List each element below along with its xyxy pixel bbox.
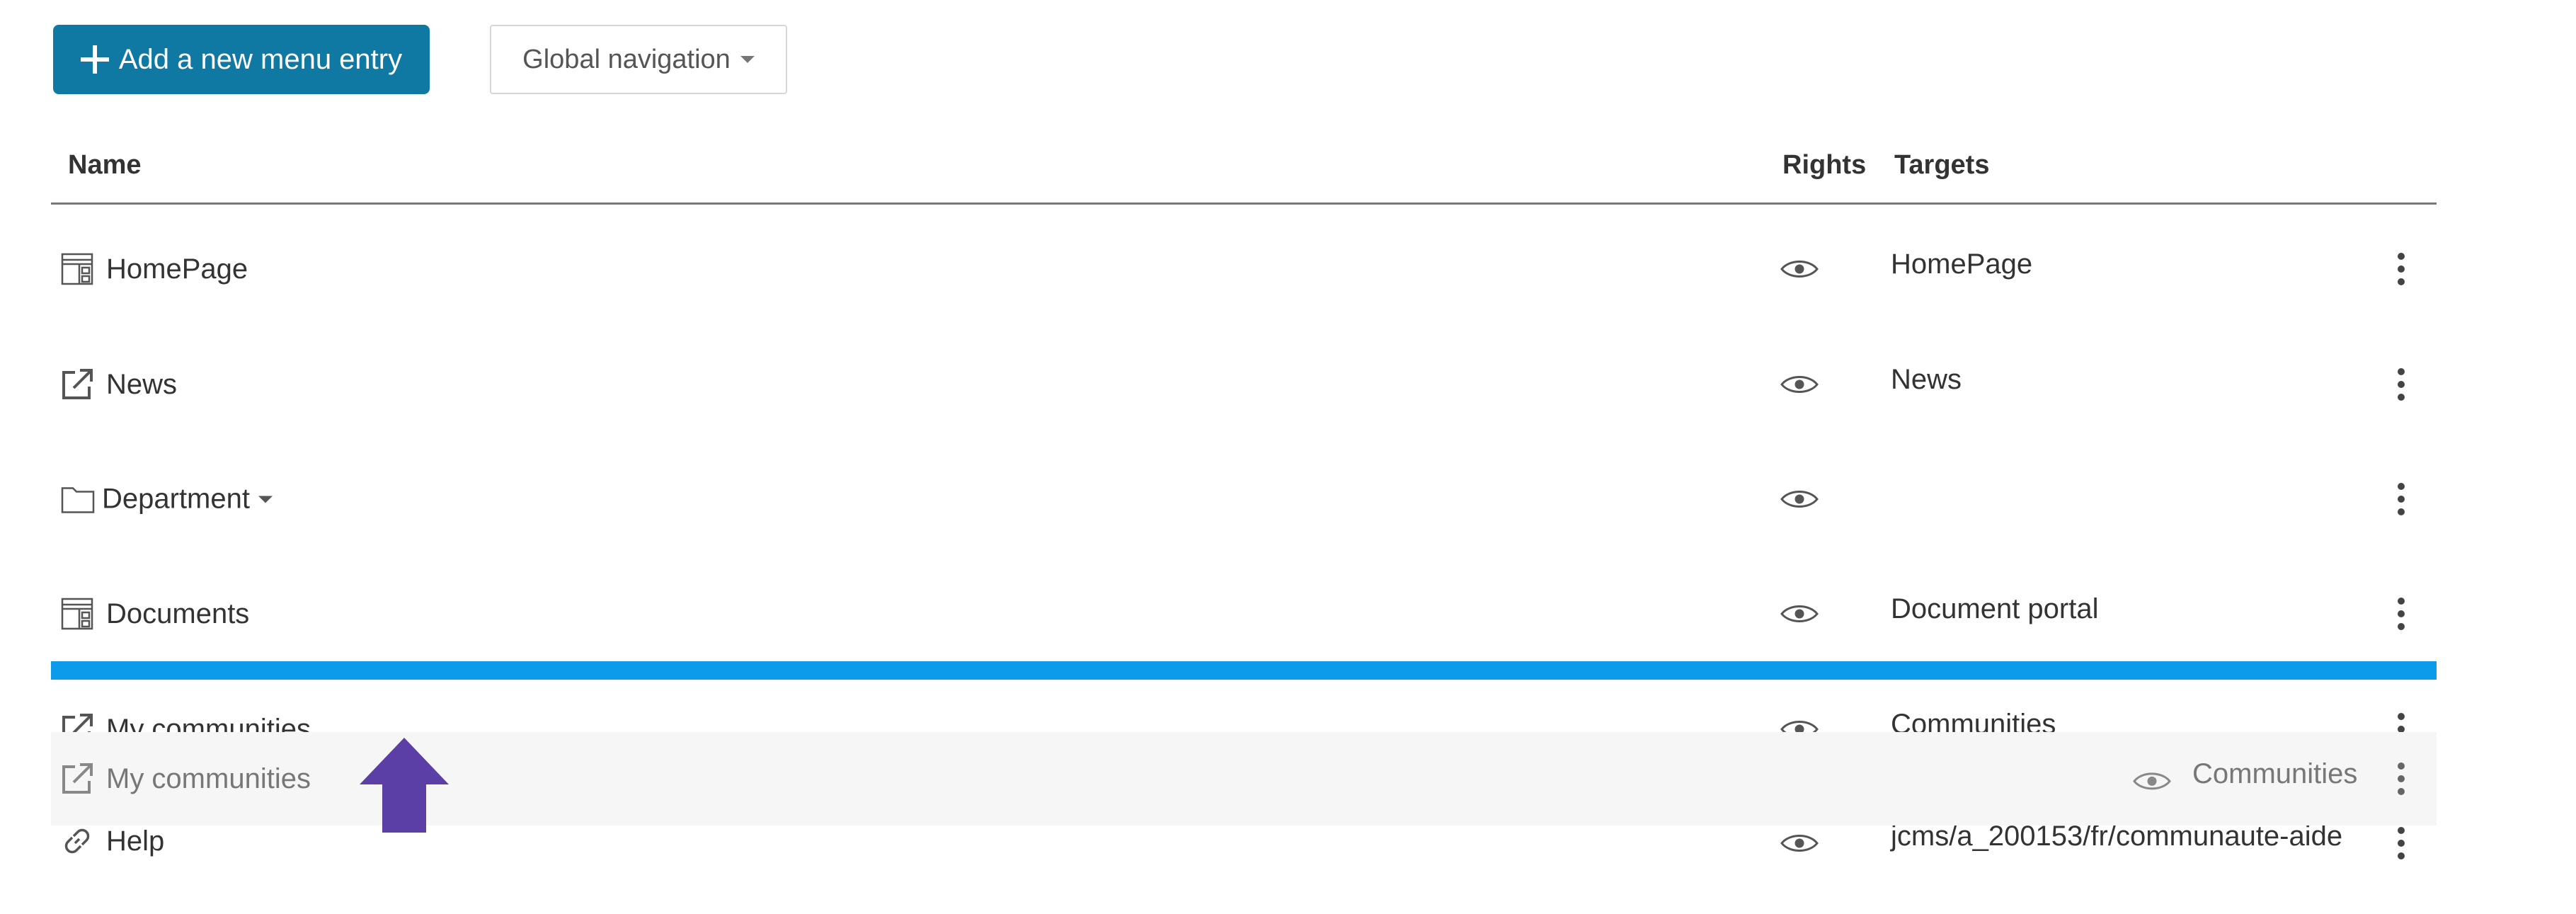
row-name[interactable]: HomePage [106,253,248,285]
menu-editor-page: Add a new menu entry Global navigation N… [0,0,2576,914]
drag-up-arrow-icon [360,738,449,833]
add-menu-entry-button[interactable]: Add a new menu entry [53,25,430,94]
table-row[interactable]: News News [51,331,2437,438]
chevron-down-icon [740,56,755,63]
row-name[interactable]: Department [102,484,250,515]
link-icon [64,828,90,854]
row-name[interactable]: Documents [106,598,249,630]
more-options-icon[interactable] [2395,367,2407,402]
eye-icon[interactable] [1780,372,1819,396]
portal-icon [61,598,93,630]
dragged-row-target: Communities [2192,758,2358,789]
more-options-icon[interactable] [2395,596,2407,632]
external-link-icon [62,763,93,794]
eye-icon[interactable] [1780,257,1819,281]
column-header-rights: Rights [1782,150,1867,180]
column-header-name[interactable]: Name [68,150,142,181]
chevron-down-icon[interactable] [258,496,273,503]
folder-icon [61,486,95,513]
row-name[interactable]: News [106,369,177,401]
navigation-select[interactable]: Global navigation [490,25,787,94]
table-row[interactable]: Documents Document portal [51,561,2437,667]
header-divider [51,202,2437,205]
table-row[interactable]: Department [51,446,2437,552]
row-target: HomePage [1891,248,2033,280]
more-options-icon[interactable] [2395,826,2407,861]
plus-icon [80,45,109,74]
external-link-icon [62,369,93,399]
more-options-icon[interactable] [2395,481,2407,517]
table-row[interactable]: HomePage HomePage [51,216,2437,322]
eye-icon[interactable] [1780,602,1819,626]
eye-icon [2133,772,2171,790]
more-options-icon[interactable] [2395,251,2407,287]
more-options-icon [2398,762,2405,795]
eye-icon[interactable] [1780,487,1819,511]
add-menu-entry-label: Add a new menu entry [118,43,403,75]
column-header-targets: Targets [1894,150,1990,180]
row-name[interactable]: Help [106,826,164,857]
row-target: Document portal [1891,593,2099,624]
row-target: News [1891,363,1962,395]
drop-indicator [51,661,2437,680]
dragged-row-name: My communities [106,762,311,794]
eye-icon[interactable] [1780,831,1819,855]
portal-icon [61,253,93,285]
navigation-select-value: Global navigation [522,44,731,74]
